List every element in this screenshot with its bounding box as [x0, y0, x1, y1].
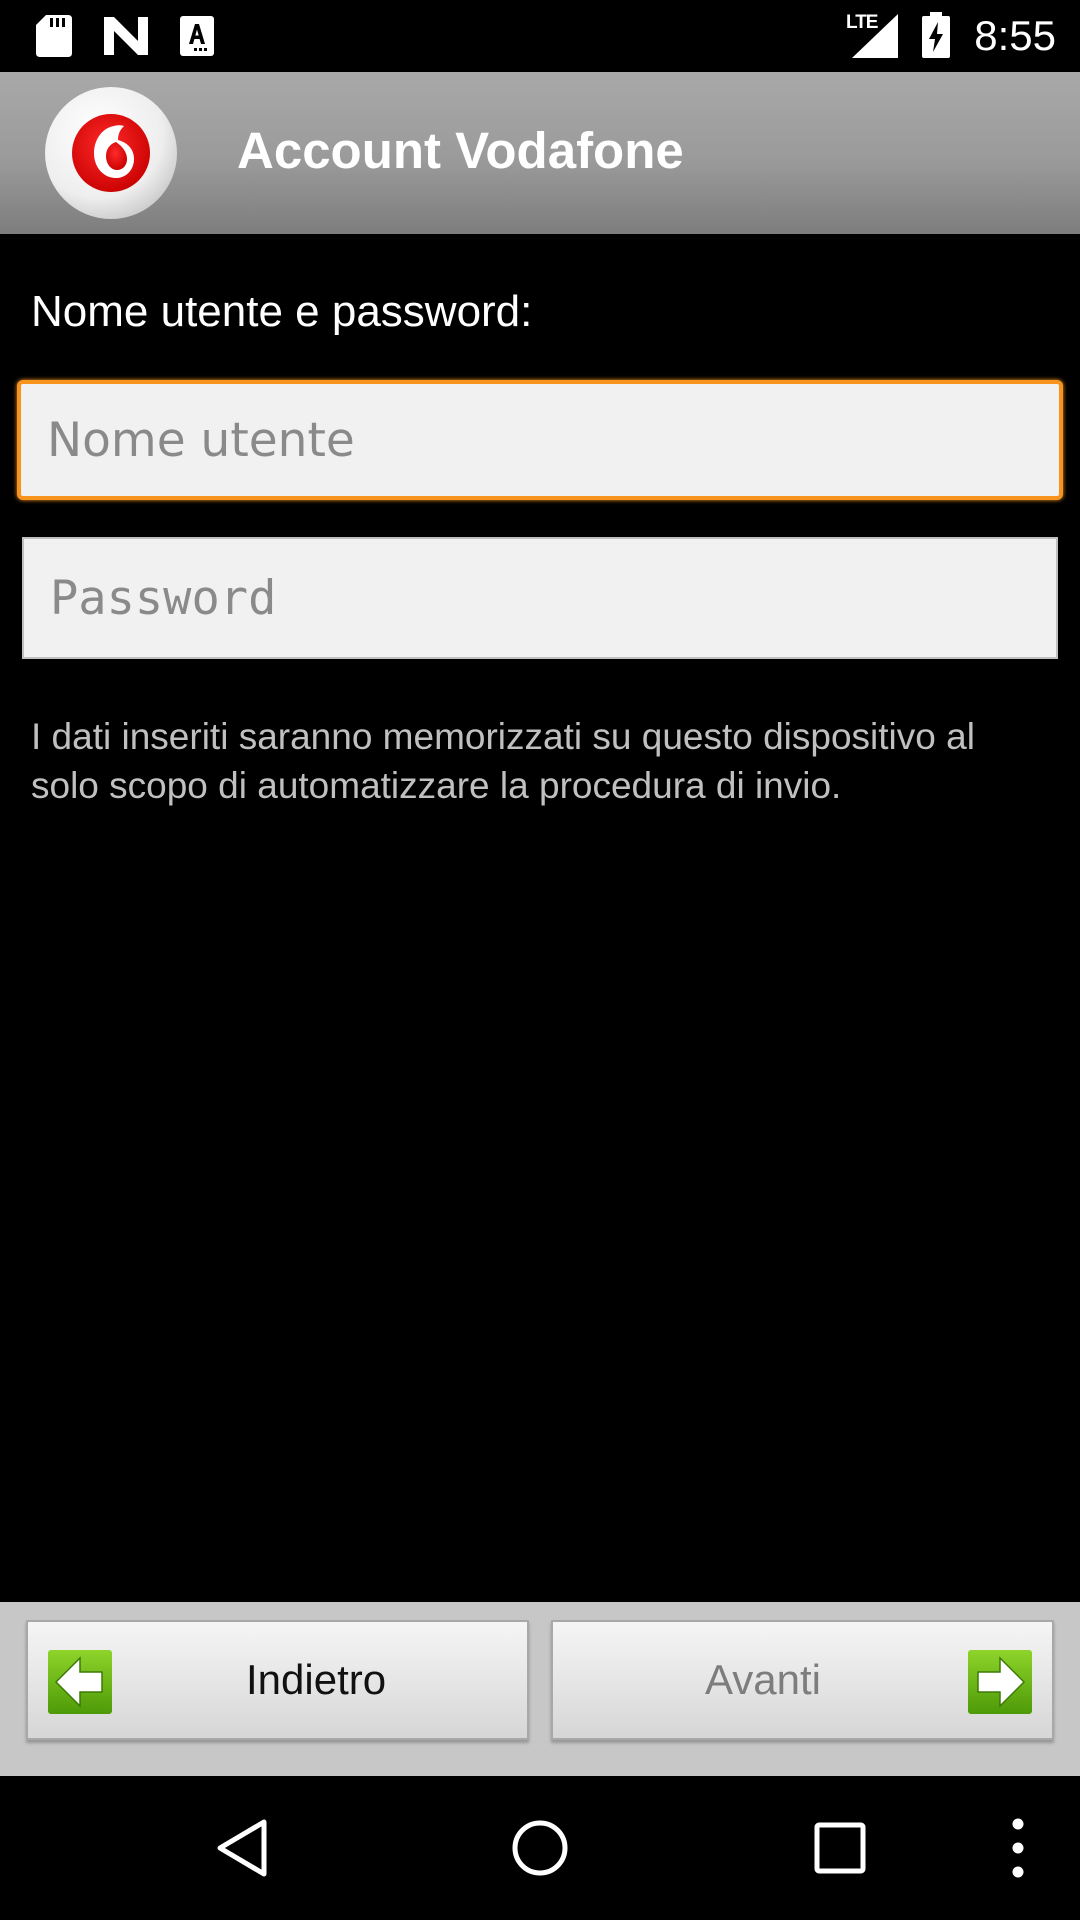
nav-recents-icon[interactable] — [812, 1820, 868, 1876]
sd-card-icon — [36, 15, 72, 57]
back-button[interactable]: Indietro — [26, 1620, 529, 1740]
vodafone-logo-icon — [45, 87, 177, 219]
app-header: Account Vodafone — [0, 72, 1080, 234]
a-icon — [180, 16, 214, 56]
overflow-menu-icon[interactable] — [1008, 1816, 1028, 1880]
navigation-bar — [0, 1776, 1080, 1920]
nav-home-icon[interactable] — [510, 1818, 570, 1878]
signal-icon — [852, 14, 898, 58]
back-button-label: Indietro — [246, 1656, 387, 1703]
button-bar: Indietro Avanti — [0, 1602, 1080, 1776]
password-input[interactable] — [22, 537, 1058, 659]
status-clock: 8:55 — [974, 12, 1056, 59]
page-title: Account Vodafone — [237, 122, 684, 179]
privacy-info-text: I dati inseriti saranno memorizzati su q… — [31, 716, 975, 806]
username-input[interactable] — [17, 380, 1063, 500]
arrow-left-icon — [48, 1650, 112, 1714]
battery-charging-icon — [922, 12, 950, 58]
status-bar: LTE 8:55 — [0, 0, 1080, 72]
credentials-label: Nome utente e password: — [31, 287, 533, 336]
next-button[interactable]: Avanti — [551, 1620, 1054, 1740]
nav-back-icon[interactable] — [214, 1818, 270, 1878]
next-button-label: Avanti — [705, 1656, 821, 1703]
n-icon — [104, 17, 148, 55]
arrow-right-icon — [968, 1650, 1032, 1714]
